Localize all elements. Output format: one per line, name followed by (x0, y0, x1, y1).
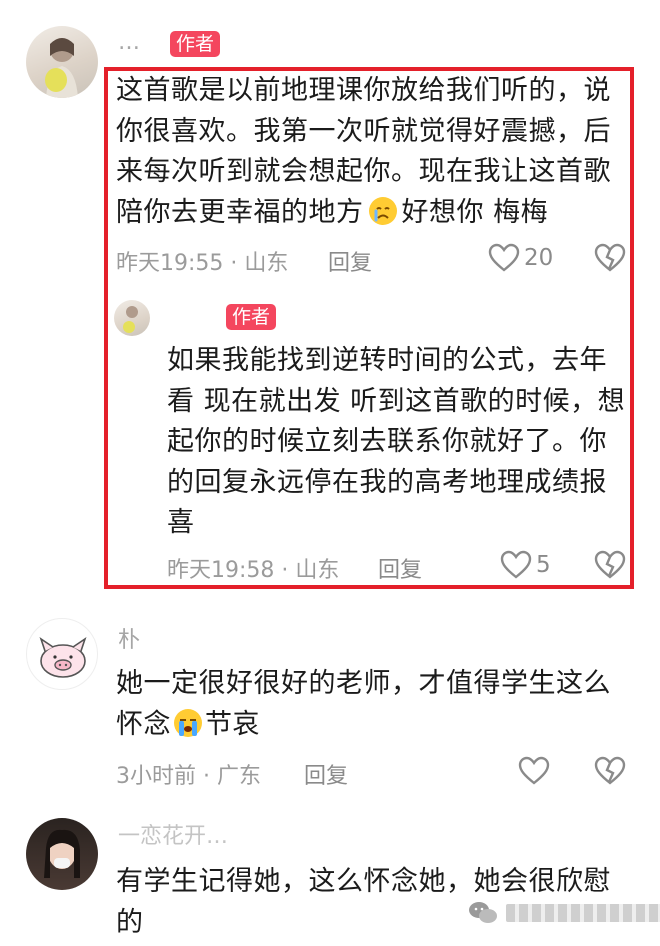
text-line: 如果我能找到逆转时间的公式，去年 (167, 345, 607, 376)
broken-heart-icon[interactable] (594, 550, 626, 580)
text-line: 有学生记得她，这么怀念她，她会很欣慰 (116, 866, 611, 897)
reply-meta: 昨天19:58 · 山东 (167, 558, 340, 583)
avatar[interactable] (26, 818, 98, 890)
text-line: 来每次听到就会想起你。现在我让这首歌 (116, 156, 611, 187)
sad-face-emoji (368, 196, 398, 226)
avatar[interactable] (26, 26, 98, 98)
like-count: 20 (524, 245, 554, 271)
text-line: 你很喜欢。我第一次听就觉得好震撼，后 (116, 115, 611, 147)
heart-icon[interactable] (518, 756, 550, 786)
text-line: 起你的时候立刻去联系你就好了。你 (167, 426, 607, 457)
like-count: 5 (536, 552, 551, 578)
like-button[interactable]: 20 (488, 243, 553, 273)
text-line: 怀念 节哀 (116, 705, 636, 746)
text-line: 这首歌是以前地理课你放给我们听的，说 (116, 75, 611, 106)
heart-icon (488, 243, 520, 273)
text-segment: 陪你去更幸福的地方 (116, 196, 364, 228)
avatar[interactable] (26, 618, 98, 690)
crying-face-emoji (173, 708, 203, 738)
reply-button[interactable]: 回复 (378, 552, 422, 584)
author-badge: 作者 (170, 31, 221, 57)
reply-avatar[interactable] (114, 300, 150, 336)
comment-meta: 3小时前 · 广东 (116, 764, 261, 789)
comment-text: 她一定很好很好的老师，才值得学生这么 怀念 节哀 (116, 664, 636, 745)
reply-button[interactable]: 回复 (328, 245, 372, 277)
reply-text: 如果我能找到逆转时间的公式，去年 看 现在就出发 听到这首歌的时候，想 起你的时… (167, 341, 627, 544)
username[interactable]: … (118, 30, 140, 55)
text-line: 她一定很好很好的老师，才值得学生这么 (116, 668, 611, 699)
author-badge: 作者 (226, 304, 277, 330)
watermark-text-blurred (506, 904, 660, 922)
text-line: 喜 (167, 507, 195, 538)
comment-text: 这首歌是以前地理课你放给我们听的，说 你很喜欢。我第一次听就觉得好震撼，后 来每… (116, 71, 626, 233)
reply-button[interactable]: 回复 (304, 758, 348, 790)
text-segment: 怀念 (116, 708, 171, 740)
username[interactable]: 朴 (118, 622, 140, 654)
wechat-icon (468, 900, 498, 926)
wechat-watermark (468, 900, 660, 926)
comment-meta: 昨天19:55 · 山东 (116, 251, 289, 276)
text-line: 看 现在就出发 听到这首歌的时候，想 (167, 385, 626, 417)
text-line: 的回复永远停在我的高考地理成绩报 (167, 466, 607, 498)
text-segment: 好想你 梅梅 (401, 196, 549, 228)
text-segment: 节哀 (205, 708, 260, 740)
broken-heart-icon[interactable] (594, 243, 626, 273)
username[interactable]: 一恋花开… (118, 818, 228, 850)
text-line: 陪你去更幸福的地方 好想你 梅梅 (116, 193, 626, 234)
heart-icon (500, 550, 532, 580)
like-button[interactable]: 5 (500, 550, 551, 580)
broken-heart-icon[interactable] (594, 756, 626, 786)
